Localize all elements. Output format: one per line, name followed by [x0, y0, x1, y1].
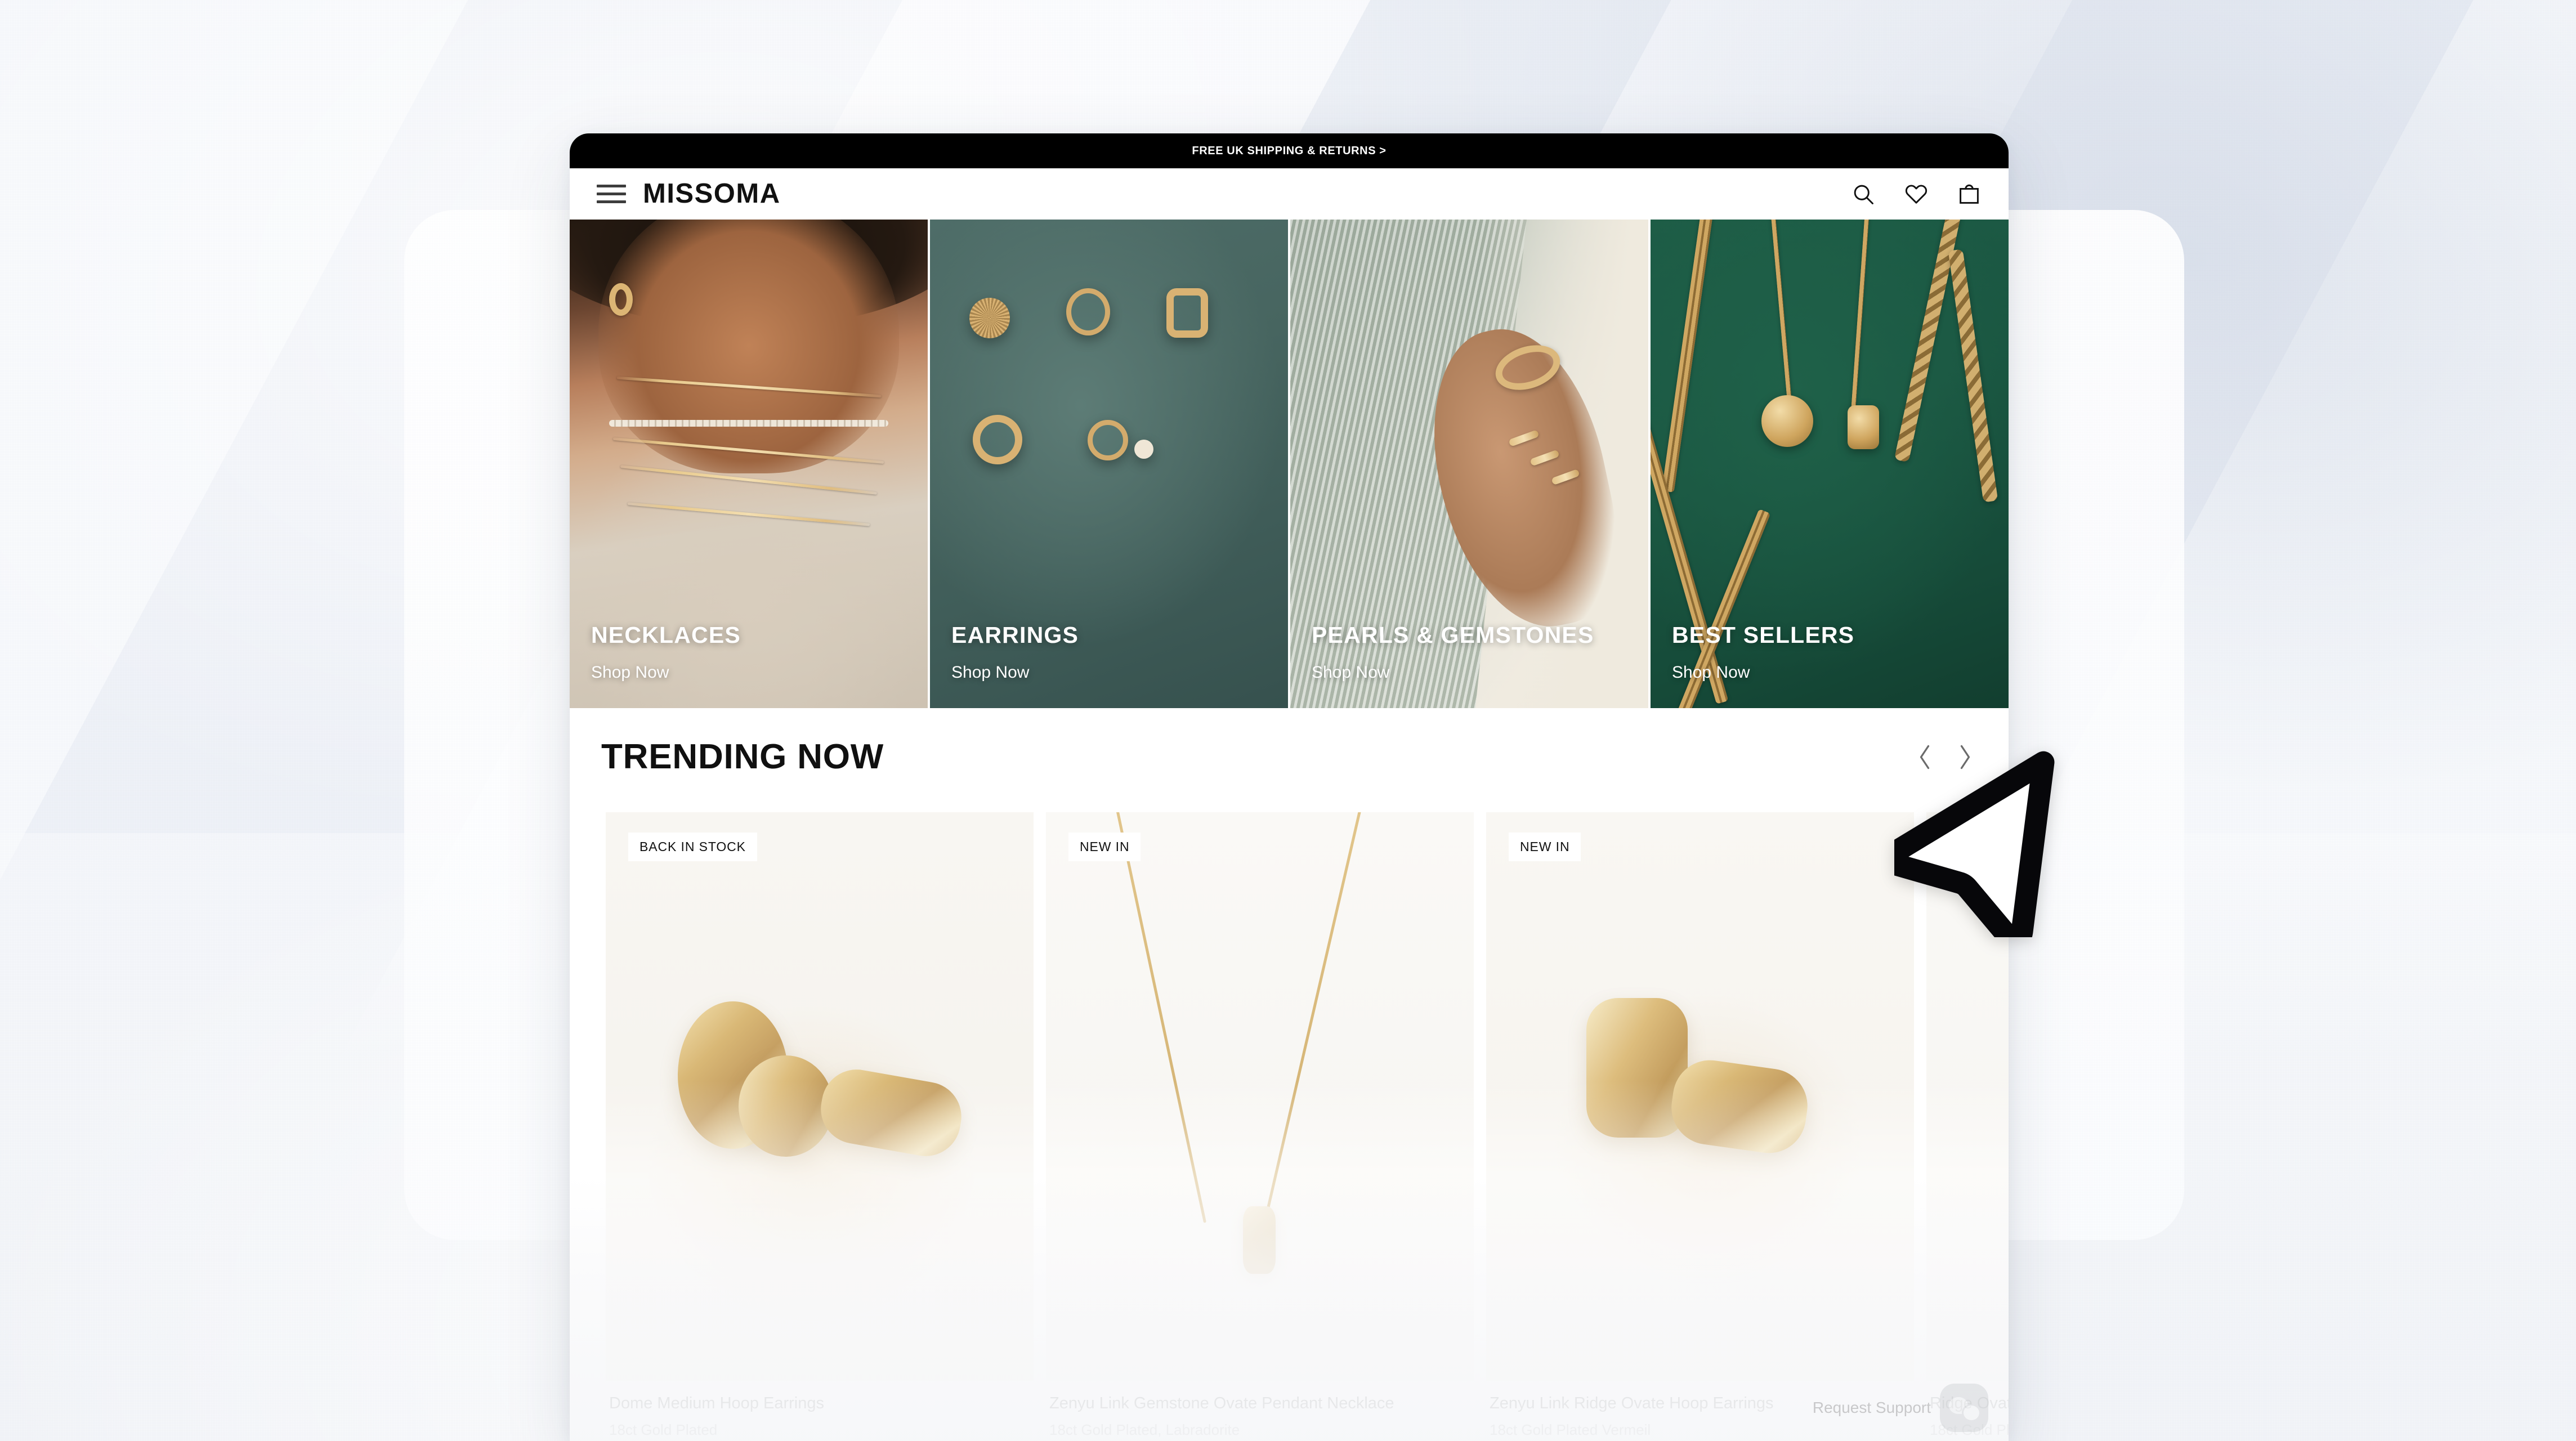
support-widget-label: Request Support [1812, 1399, 1931, 1416]
browser-window: FREE UK SHIPPING & RETURNS > MISSOMA NEC… [570, 133, 2009, 1441]
product-image[interactable]: BACK IN STOCK [606, 812, 1034, 1381]
product-meta: Zenyu Link Gemstone Ovate Pendant Neckla… [1046, 1381, 1474, 1439]
hamburger-bar [597, 185, 626, 187]
product-material: 18ct Gold Plated, Labradorite [1049, 1421, 1240, 1439]
model-earring [609, 283, 633, 316]
product-name[interactable]: Zenyu Link Gemstone Ovate Pendant Neckla… [1049, 1393, 1470, 1413]
chevron-right-icon[interactable] [1957, 742, 1974, 772]
chat-bubbles-icon[interactable] [1940, 1384, 1988, 1432]
category-title: EARRINGS [951, 622, 1079, 648]
chat-bubble-front [1962, 1404, 1981, 1422]
chunky-hoop [973, 415, 1023, 465]
product-card[interactable]: NEW IN Zenyu Link Ridge Ovate Hoop Earri… [1486, 812, 1914, 1439]
gemstone-pendant [1243, 1206, 1276, 1274]
gold-chain [627, 502, 870, 526]
hamburger-bar [597, 200, 626, 203]
pearl-necklace [609, 419, 889, 427]
gold-hoop [1066, 288, 1110, 335]
product-badge: NEW IN [1068, 833, 1141, 861]
hamburger-icon[interactable] [597, 183, 626, 205]
support-widget[interactable]: Request Support [1813, 1384, 1988, 1432]
category-tile-necklaces[interactable]: NECKLACES Shop Now [570, 220, 928, 708]
product-badge: NEW IN [1509, 833, 1581, 861]
best-sellers-tile-caption: BEST SELLERS Shop Now [1672, 622, 1854, 682]
category-tile-pearls-gemstones[interactable]: PEARLS & GEMSTONES Shop Now [1288, 220, 1648, 708]
shopping-bag-icon[interactable] [1957, 182, 1982, 207]
product-carousel[interactable]: BACK IN STOCK Dome Medium Hoop Earrings … [570, 775, 2009, 1439]
earrings-tile-caption: EARRINGS Shop Now [951, 622, 1079, 682]
necklaces-tile-caption: NECKLACES Shop Now [591, 622, 741, 682]
search-icon[interactable] [1851, 182, 1876, 207]
model-face [598, 220, 900, 474]
category-cta[interactable]: Shop Now [1312, 663, 1594, 682]
snake-chain [1661, 220, 1716, 493]
product-badge: BACK IN STOCK [628, 833, 757, 861]
header-icons [1851, 182, 1982, 207]
pearl-hoop [1087, 419, 1128, 460]
rect-pendant [1847, 405, 1879, 449]
category-title: BEST SELLERS [1672, 622, 1855, 648]
category-title: NECKLACES [591, 622, 741, 648]
product-image[interactable]: NEW IN [1486, 812, 1914, 1381]
wishlist-heart-icon[interactable] [1904, 182, 1929, 207]
product-image[interactable]: NEW IN [1046, 812, 1474, 1381]
trending-header: TRENDING NOW [570, 708, 2009, 775]
product-backdrop [1926, 812, 2009, 1381]
product-name[interactable]: Dome Medium Hoop Earrings [609, 1393, 1030, 1413]
trending-now-section: TRENDING NOW BACK IN STOCK Dome Medium H… [570, 708, 2009, 1441]
fine-chain [1850, 220, 1871, 415]
category-tiles: NECKLACES Shop Now EARRINGS Shop Now PEA… [570, 220, 2009, 708]
product-meta: Dome Medium Hoop Earrings 18ct Gold Plat… [606, 1381, 1034, 1439]
section-title: TRENDING NOW [601, 737, 884, 776]
chevron-left-icon[interactable] [1916, 742, 1933, 772]
category-title: PEARLS & GEMSTONES [1312, 622, 1594, 648]
textured-hoop [969, 297, 1010, 338]
category-tile-best-sellers[interactable]: BEST SELLERS Shop Now [1648, 220, 2009, 708]
pearl-accent [1134, 439, 1153, 459]
dome-hoop-earring [739, 1055, 833, 1157]
product-card[interactable]: NEW IN Zenyu Link Gemstone Ovate Pendant… [1046, 812, 1474, 1439]
coin-locket [1761, 395, 1814, 447]
product-backdrop [1046, 812, 1474, 1381]
category-tile-earrings[interactable]: EARRINGS Shop Now [928, 220, 1288, 708]
announcement-text: FREE UK SHIPPING & RETURNS > [1192, 144, 1387, 157]
site-header: MISSOMA [570, 168, 2009, 220]
category-cta[interactable]: Shop Now [591, 663, 741, 682]
fine-chain [1769, 220, 1794, 425]
product-badge [1949, 833, 1971, 846]
announcement-bar[interactable]: FREE UK SHIPPING & RETURNS > [570, 133, 2009, 168]
product-material: 18ct Gold Plated [609, 1421, 718, 1439]
hamburger-bar [597, 193, 626, 195]
screenshot-scene: FREE UK SHIPPING & RETURNS > MISSOMA NEC… [0, 0, 2576, 1441]
pearls-tile-caption: PEARLS & GEMSTONES Shop Now [1312, 622, 1594, 682]
brand-logo[interactable]: MISSOMA [643, 180, 781, 208]
square-hoop [1166, 288, 1208, 338]
category-cta[interactable]: Shop Now [951, 663, 1079, 682]
category-cta[interactable]: Shop Now [1672, 663, 1854, 682]
link-chain [1948, 249, 1998, 503]
product-card[interactable]: BACK IN STOCK Dome Medium Hoop Earrings … [606, 812, 1034, 1439]
product-image[interactable] [1926, 812, 2009, 1381]
carousel-nav [1916, 742, 1977, 772]
product-card[interactable]: Ridge Ovate Hoop Earrings 18ct Gold Plat… [1926, 812, 2009, 1439]
